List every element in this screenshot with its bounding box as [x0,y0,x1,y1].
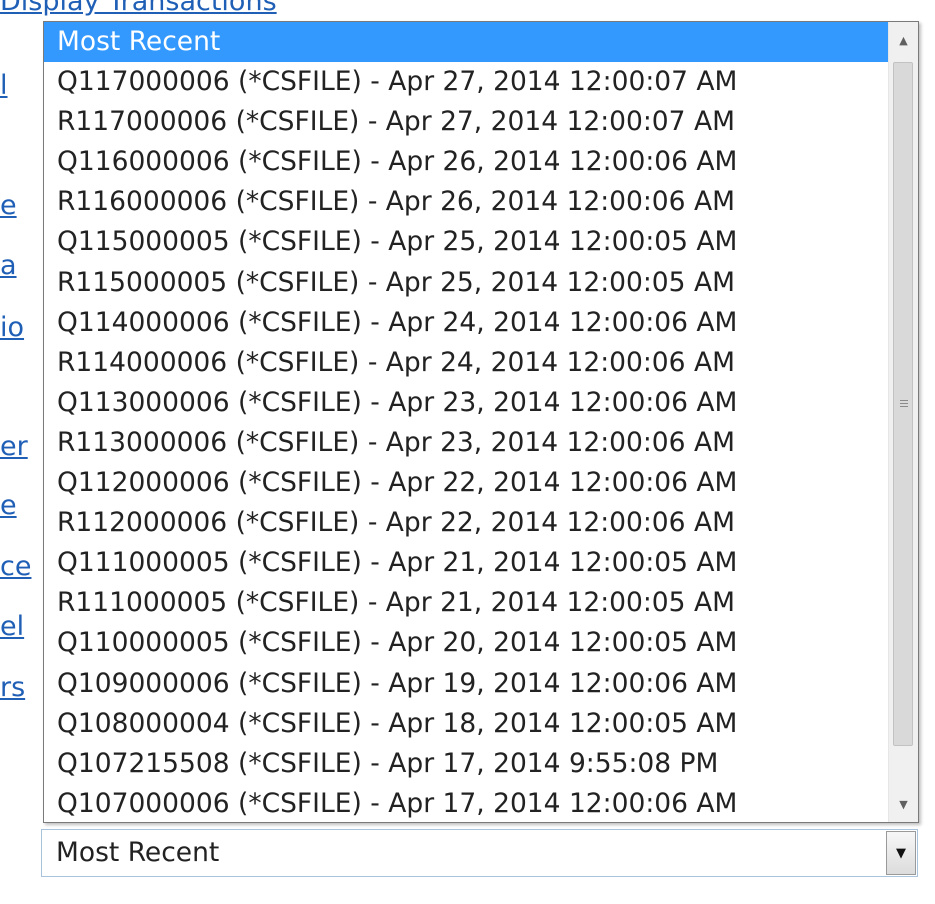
background-link[interactable]: er [0,431,40,463]
dropdown-option[interactable]: Q116000006 (*CSFILE) - Apr 26, 2014 12:0… [44,142,888,182]
scroll-thumb[interactable] [893,62,913,746]
dropdown-option[interactable]: Q115000005 (*CSFILE) - Apr 25, 2014 12:0… [44,222,888,262]
dropdown-option[interactable]: R111000005 (*CSFILE) - Apr 21, 2014 12:0… [44,583,888,623]
dropdown-option[interactable]: Q108000004 (*CSFILE) - Apr 18, 2014 12:0… [44,704,888,744]
transaction-dropdown-list[interactable]: Most Recent Q117000006 (*CSFILE) - Apr 27… [43,21,919,823]
chevron-down-icon[interactable]: ▼ [886,831,916,875]
dropdown-option[interactable]: R115000005 (*CSFILE) - Apr 25, 2014 12:0… [44,263,888,303]
select-value: Most Recent [56,837,220,868]
background-link[interactable]: a [0,250,40,282]
background-link[interactable]: ce [0,551,40,583]
background-link[interactable]: el [0,611,40,643]
dropdown-option[interactable]: R117000006 (*CSFILE) - Apr 27, 2014 12:0… [44,102,888,142]
scroll-down-icon[interactable]: ▼ [889,786,918,822]
transaction-select[interactable]: Most Recent ▼ [41,829,918,877]
thumb-grip-icon [900,400,908,408]
dropdown-option[interactable]: R112000006 (*CSFILE) - Apr 22, 2014 12:0… [44,503,888,543]
dropdown-option[interactable]: Q117000006 (*CSFILE) - Apr 27, 2014 12:0… [44,62,888,102]
dropdown-option[interactable]: Q113000006 (*CSFILE) - Apr 23, 2014 12:0… [44,383,888,423]
dropdown-option[interactable]: Q111000005 (*CSFILE) - Apr 21, 2014 12:0… [44,543,888,583]
dropdown-option[interactable]: Q110000005 (*CSFILE) - Apr 20, 2014 12:0… [44,623,888,663]
dropdown-option[interactable]: Q112000006 (*CSFILE) - Apr 22, 2014 12:0… [44,463,888,503]
dropdown-option[interactable]: R113000006 (*CSFILE) - Apr 23, 2014 12:0… [44,423,888,463]
background-link[interactable]: e [0,190,40,222]
dropdown-option[interactable]: Most Recent [44,22,888,63]
background-link[interactable]: e [0,490,40,522]
dropdown-option[interactable]: Q114000006 (*CSFILE) - Apr 24, 2014 12:0… [44,303,888,343]
background-link[interactable]: io [0,312,40,344]
dropdown-option[interactable]: R116000006 (*CSFILE) - Apr 26, 2014 12:0… [44,182,888,222]
scroll-up-icon[interactable]: ▲ [889,22,918,58]
dropdown-option[interactable]: Q109000006 (*CSFILE) - Apr 19, 2014 12:0… [44,664,888,704]
background-link[interactable]: rs [0,672,40,704]
dropdown-options: Most Recent Q117000006 (*CSFILE) - Apr 27… [44,22,888,822]
dropdown-option[interactable]: Q107000006 (*CSFILE) - Apr 17, 2014 12:0… [44,784,888,822]
dropdown-option[interactable]: Q107215508 (*CSFILE) - Apr 17, 2014 9:55… [44,744,888,784]
dropdown-option[interactable]: R114000006 (*CSFILE) - Apr 24, 2014 12:0… [44,343,888,383]
background-link[interactable]: l [0,70,40,102]
display-transactions-link[interactable]: Display Transactions [0,0,330,18]
dropdown-scrollbar[interactable]: ▲ ▼ [888,22,918,822]
